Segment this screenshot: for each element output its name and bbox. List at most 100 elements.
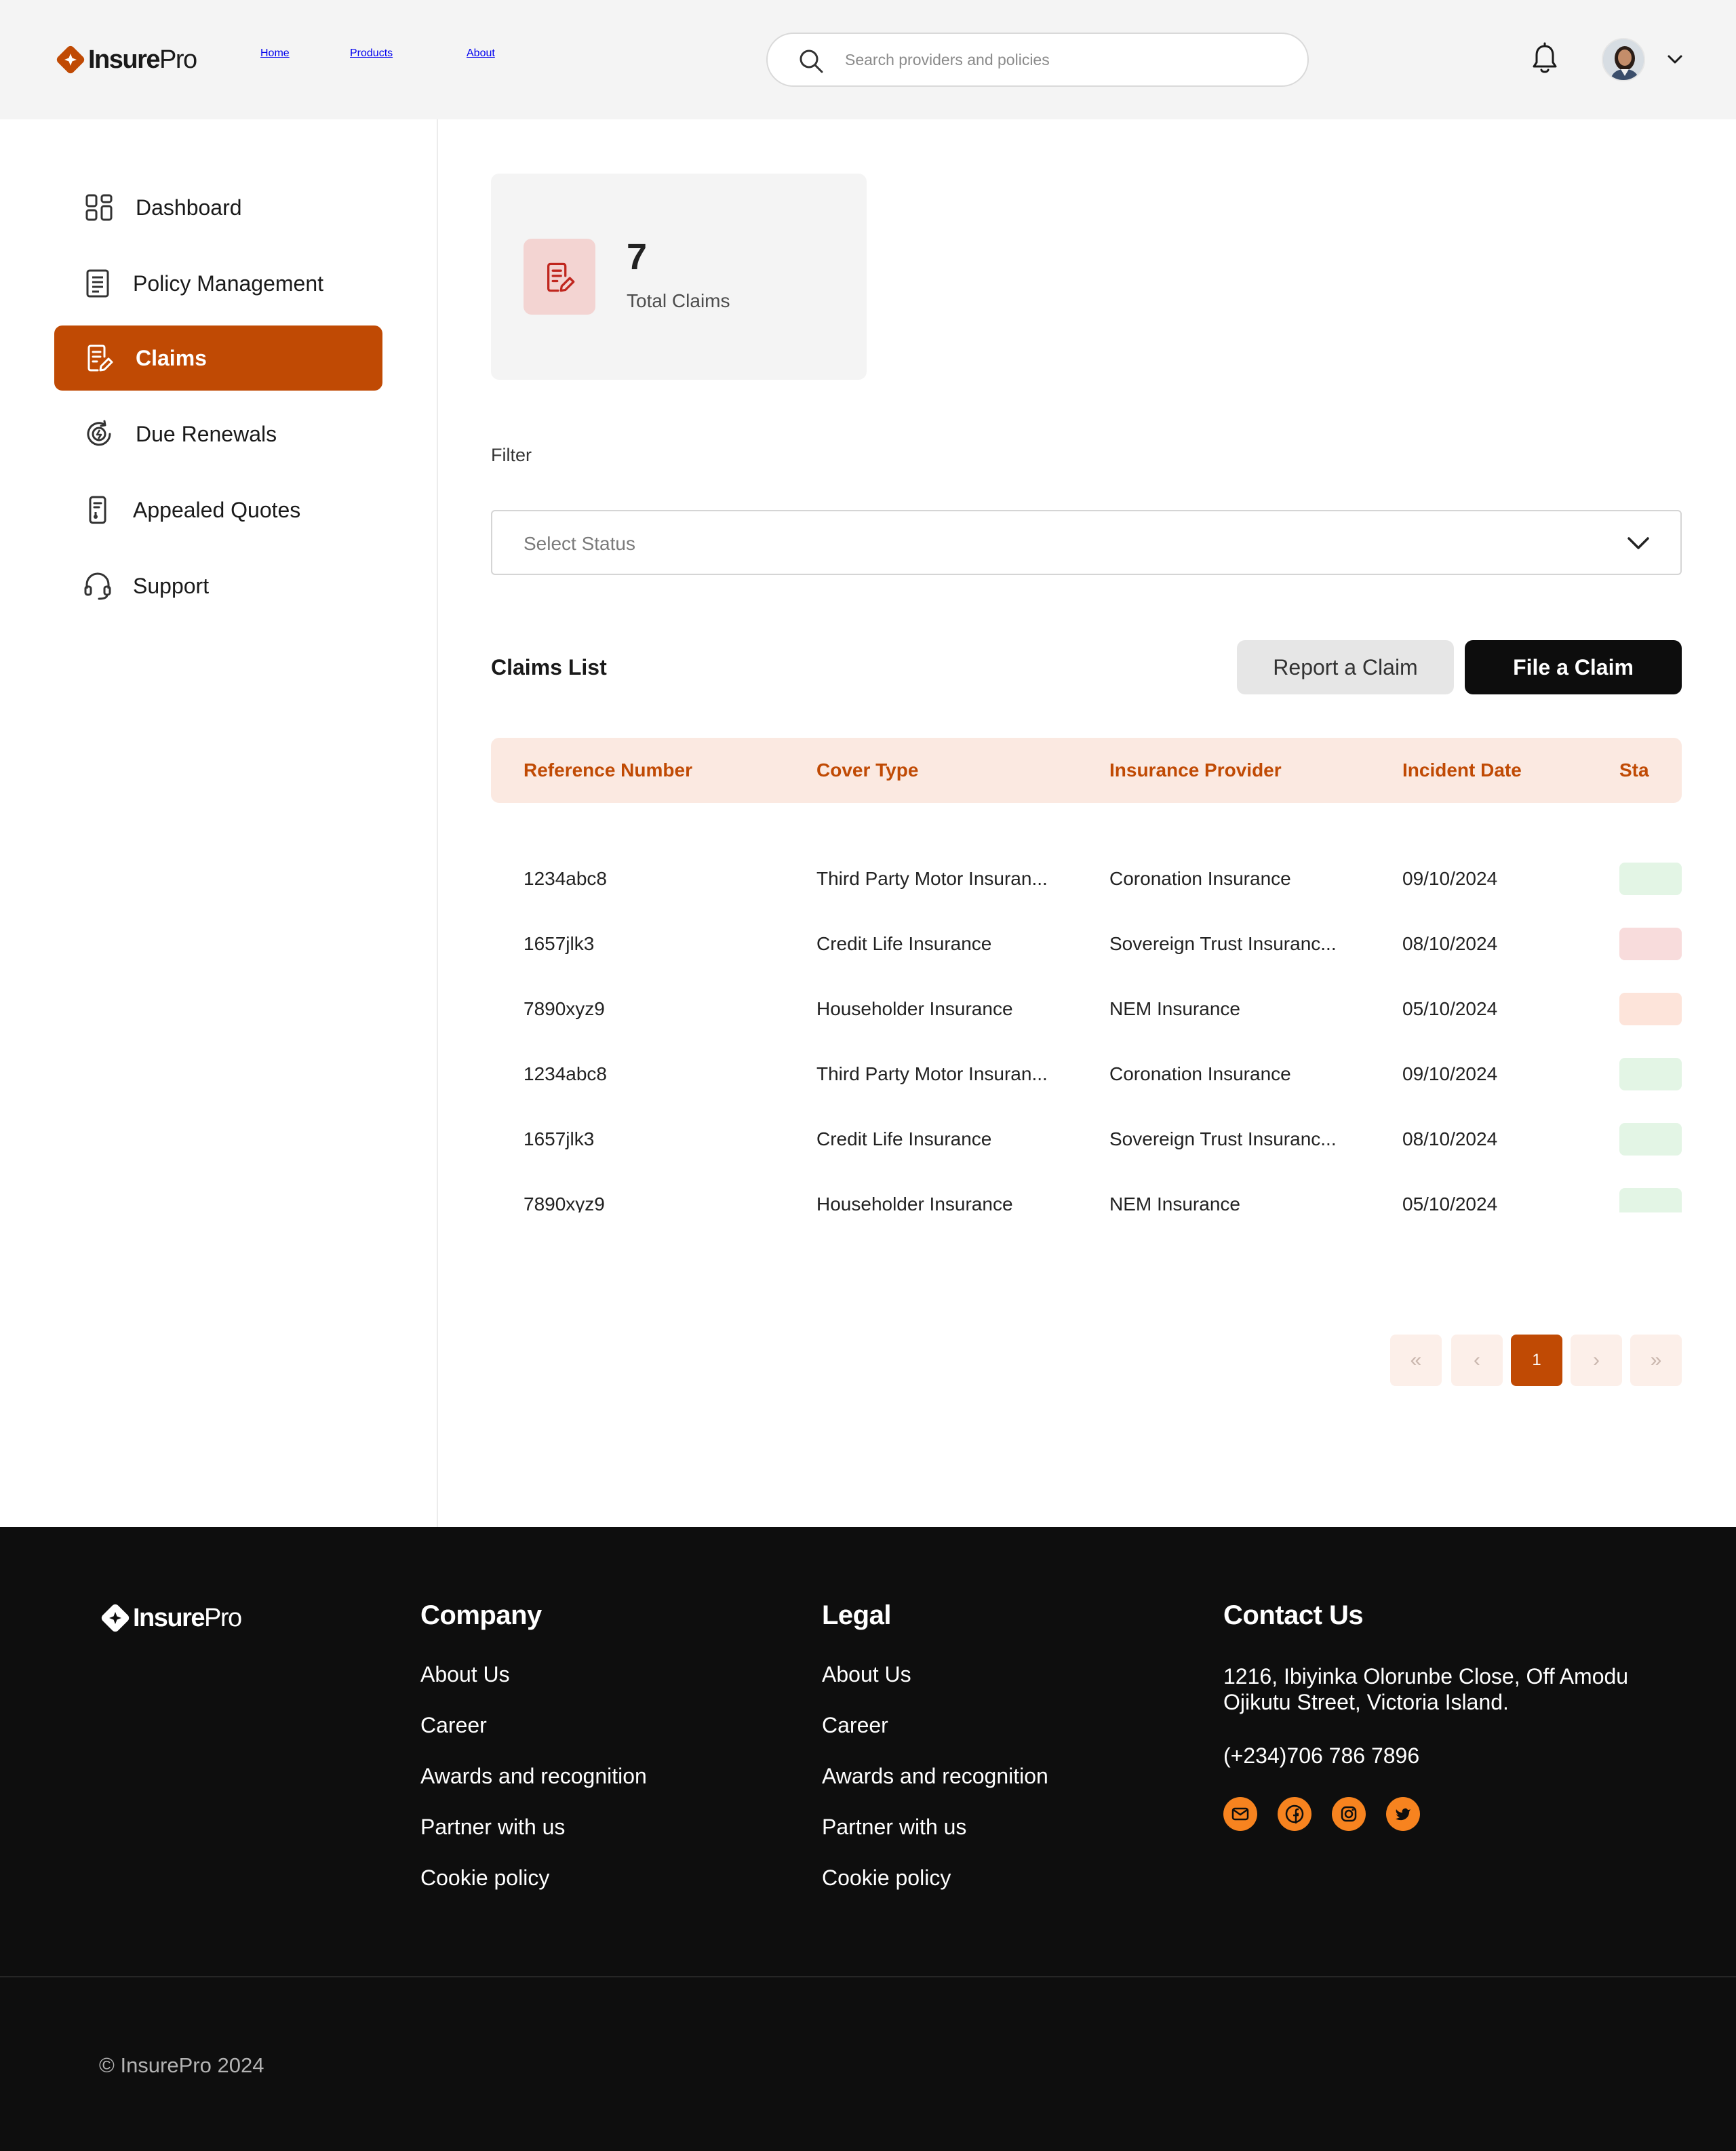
cell-provider: Sovereign Trust Insuranc...	[1109, 1128, 1337, 1149]
logo-diamond-icon	[56, 45, 85, 74]
cell-provider: NEM Insurance	[1109, 998, 1240, 1019]
footer-heading: Legal	[822, 1600, 891, 1630]
sidebar-item-claims[interactable]: Claims	[54, 325, 382, 391]
sidebar-item-dashboard[interactable]: Dashboard	[54, 175, 382, 240]
top-header: InsurePro Home Products About	[0, 0, 1736, 119]
cell-incident-date: 08/10/2024	[1402, 933, 1498, 954]
column-header[interactable]: Cover Type	[816, 759, 918, 781]
total-claims-label: Total Claims	[627, 290, 730, 311]
table-row[interactable]: 1657jlk3 Credit Life Insurance Sovereign…	[491, 911, 1682, 976]
footer-company: Company About Us Career Awards and recog…	[420, 1600, 647, 1918]
column-header[interactable]: Incident Date	[1402, 759, 1522, 781]
headset-icon	[84, 572, 111, 600]
document-list-icon	[86, 269, 109, 298]
copyright: © InsurePro 2024	[99, 2053, 264, 2077]
claims-table: Reference Number Cover Type Insurance Pr…	[491, 738, 1682, 1212]
renewal-clock-icon	[87, 420, 111, 446]
quote-phone-icon	[89, 496, 106, 524]
sidebar-item-support[interactable]: Support	[54, 553, 382, 618]
cell-cover-type: Credit Life Insurance	[816, 933, 992, 954]
table-row[interactable]: 7890xyz9 Householder Insurance NEM Insur…	[491, 976, 1682, 1042]
status-badge	[1619, 863, 1682, 895]
table-header: Reference Number Cover Type Insurance Pr…	[491, 738, 1682, 803]
next-page-button[interactable]: ›	[1571, 1335, 1622, 1386]
footer: InsurePro Company About Us Career Awards…	[0, 1527, 1736, 2151]
mail-icon[interactable]	[1223, 1797, 1257, 1831]
cell-reference: 1234abc8	[524, 868, 608, 889]
footer-link[interactable]: Awards and recognition	[822, 1765, 1048, 1787]
cell-incident-date: 08/10/2024	[1402, 1128, 1498, 1149]
sidebar-item-due-renewals[interactable]: Due Renewals	[54, 401, 382, 467]
contact-phone[interactable]: (+234)706 786 7896	[1223, 1743, 1644, 1769]
edit-document-icon	[87, 344, 113, 372]
filter-label: Filter	[491, 445, 532, 465]
table-row[interactable]: 1234abc8 Third Party Motor Insuran... Co…	[491, 1042, 1682, 1107]
brand-name: InsurePro	[88, 45, 197, 74]
footer-link[interactable]: Cookie policy	[822, 1867, 1048, 1889]
facebook-icon[interactable]	[1278, 1797, 1311, 1831]
cell-cover-type: Third Party Motor Insuran...	[816, 1063, 1048, 1084]
total-claims-card: 7 Total Claims	[491, 174, 867, 380]
footer-link[interactable]: Awards and recognition	[420, 1765, 647, 1787]
status-select[interactable]: Select Status	[491, 510, 1682, 575]
sidebar-item-label: Support	[133, 573, 210, 598]
nav-home[interactable]: Home	[260, 47, 290, 60]
column-header[interactable]: Insurance Provider	[1109, 759, 1282, 781]
nav-about[interactable]: About	[467, 47, 495, 60]
report-claim-button[interactable]: Report a Claim	[1237, 640, 1454, 694]
footer-logo[interactable]: InsurePro	[100, 1603, 242, 1633]
nav-products[interactable]: Products	[350, 47, 393, 60]
column-header[interactable]: Sta	[1619, 759, 1649, 781]
sidebar-item-label: Due Renewals	[136, 421, 277, 446]
chevron-down-icon	[1628, 537, 1649, 549]
footer-link[interactable]: Partner with us	[822, 1816, 1048, 1838]
cell-provider: Coronation Insurance	[1109, 868, 1291, 889]
last-page-button[interactable]: »	[1630, 1335, 1682, 1386]
page-1-button[interactable]: 1	[1511, 1335, 1562, 1386]
avatar-image-icon	[1603, 39, 1644, 80]
sidebar-item-policy-management[interactable]: Policy Management	[54, 251, 382, 316]
cell-incident-date: 09/10/2024	[1402, 868, 1498, 889]
status-badge	[1619, 1058, 1682, 1090]
cell-provider: Sovereign Trust Insuranc...	[1109, 933, 1337, 954]
status-badge	[1619, 1123, 1682, 1156]
edit-document-icon	[547, 262, 575, 292]
logo-diamond-icon	[101, 1604, 130, 1632]
footer-link[interactable]: Career	[822, 1714, 1048, 1736]
cell-reference: 1234abc8	[524, 1063, 608, 1084]
social-links	[1223, 1797, 1644, 1831]
cell-reference: 7890xyz9	[524, 998, 605, 1019]
status-badge	[1619, 928, 1682, 960]
file-claim-button[interactable]: File a Claim	[1465, 640, 1682, 694]
table-row[interactable]: 1657jlk3 Credit Life Insurance Sovereign…	[491, 1107, 1682, 1172]
brand-logo[interactable]: InsurePro	[56, 43, 197, 76]
sidebar-item-appealed-quotes[interactable]: Appealed Quotes	[54, 477, 382, 542]
user-avatar[interactable]	[1602, 38, 1645, 81]
table-row[interactable]: 1234abc8 Third Party Motor Insuran... Co…	[491, 846, 1682, 911]
cell-cover-type: Third Party Motor Insuran...	[816, 868, 1048, 889]
bell-icon[interactable]	[1530, 42, 1560, 76]
footer-link[interactable]: About Us	[420, 1663, 647, 1685]
cell-incident-date: 05/10/2024	[1402, 998, 1498, 1019]
status-select-value: Select Status	[524, 533, 635, 554]
status-badge	[1619, 993, 1682, 1025]
footer-link[interactable]: Partner with us	[420, 1816, 647, 1838]
total-claims-count: 7	[627, 237, 648, 277]
cell-provider: NEM Insurance	[1109, 1193, 1240, 1212]
twitter-icon[interactable]	[1386, 1797, 1420, 1831]
search-input[interactable]	[845, 46, 1279, 73]
prev-page-button[interactable]: ‹	[1451, 1335, 1503, 1386]
instagram-icon[interactable]	[1332, 1797, 1366, 1831]
footer-legal: Legal About Us Career Awards and recogni…	[822, 1600, 1048, 1918]
table-row[interactable]: 7890xyz9 Householder Insurance NEM Insur…	[491, 1172, 1682, 1212]
column-header[interactable]: Reference Number	[524, 759, 692, 781]
first-page-button[interactable]: «	[1390, 1335, 1442, 1386]
footer-link[interactable]: About Us	[822, 1663, 1048, 1685]
cell-incident-date: 09/10/2024	[1402, 1063, 1498, 1084]
sidebar-item-label: Appealed Quotes	[133, 497, 301, 522]
footer-link[interactable]: Cookie policy	[420, 1867, 647, 1889]
footer-contact: Contact Us 1216, Ibiyinka Olorunbe Close…	[1223, 1600, 1644, 1831]
footer-link[interactable]: Career	[420, 1714, 647, 1736]
search-bar[interactable]	[766, 33, 1309, 87]
chevron-down-icon[interactable]	[1665, 50, 1684, 69]
